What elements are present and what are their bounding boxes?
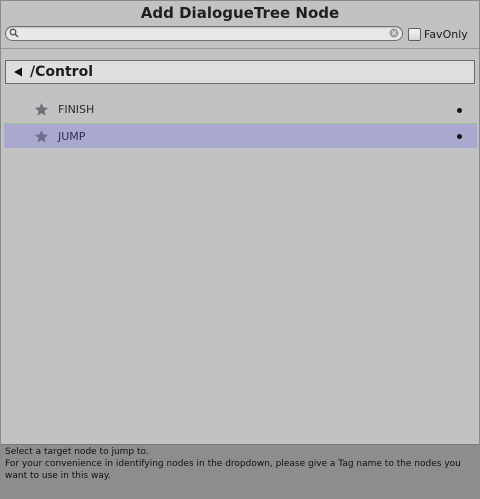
- node-item-jump[interactable]: JUMP: [4, 123, 477, 148]
- clear-circle-icon[interactable]: [389, 28, 399, 38]
- add-node-window: Add DialogueTree Node FavOnly /Control F…: [0, 0, 480, 499]
- node-item-finish[interactable]: FINISH: [4, 97, 477, 122]
- node-label: FINISH: [58, 103, 95, 116]
- category-back-button[interactable]: /Control: [5, 60, 475, 84]
- left-triangle-icon: [14, 67, 22, 77]
- search-input[interactable]: [22, 27, 382, 40]
- help-text-line-2: For your convenience in identifying node…: [5, 459, 461, 481]
- search-row: FavOnly: [5, 26, 475, 42]
- fav-only-label: FavOnly: [424, 27, 468, 41]
- node-indicator-dot: [457, 107, 462, 113]
- fav-only-checkbox[interactable]: [408, 27, 421, 41]
- star-icon: [34, 102, 49, 116]
- header-divider: [1, 48, 479, 49]
- window-title: Add DialogueTree Node: [140, 4, 340, 22]
- help-panel: Select a target node to jump to. For you…: [1, 444, 479, 498]
- magnifier-icon: [9, 28, 19, 38]
- category-title: /Control: [30, 64, 93, 80]
- node-list: FINISH JUMP: [4, 97, 477, 149]
- fav-only-toggle[interactable]: FavOnly: [408, 26, 468, 42]
- star-icon: [34, 129, 49, 143]
- node-indicator-dot: [457, 134, 462, 139]
- search-field[interactable]: [5, 26, 403, 41]
- node-label: JUMP: [58, 129, 86, 143]
- help-text-line-1: Select a target node to jump to.: [5, 447, 149, 457]
